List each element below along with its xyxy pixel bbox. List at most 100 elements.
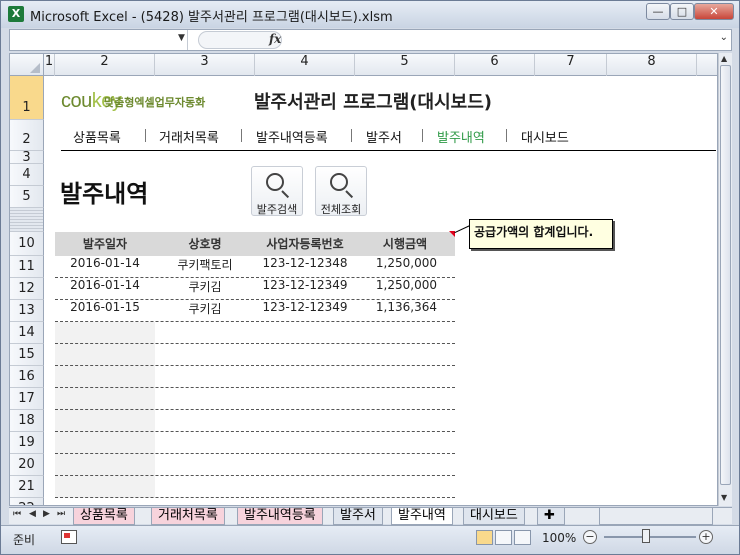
prev-sheet-icon[interactable]: ◀ [29, 509, 36, 519]
column-title-order-date[interactable]: 발주일자 [55, 232, 155, 256]
table-cell[interactable]: 쿠키김 [155, 278, 255, 300]
view-all-button[interactable]: 전체조회 [315, 166, 367, 216]
column-header[interactable]: 8 [607, 54, 697, 76]
row-header[interactable]: 15 [10, 344, 44, 366]
row-header[interactable]: 3 [10, 151, 44, 164]
table-cell[interactable]: 123-12-12348 [255, 256, 355, 278]
table-cell[interactable]: 2016-01-14 [55, 256, 155, 278]
nav-item-products[interactable]: 상품목록 [73, 127, 121, 146]
formula-input[interactable] [290, 32, 710, 48]
table-cell[interactable]: 1,250,000 [355, 256, 437, 278]
row-header[interactable]: 4 [10, 164, 44, 186]
nav-item-dashboard[interactable]: 대시보드 [521, 127, 569, 146]
sheet-tab-vendors[interactable]: 거래처목록 [151, 508, 225, 525]
normal-view-button[interactable] [476, 530, 493, 545]
next-sheet-icon[interactable]: ▶ [43, 509, 50, 519]
zoom-in-button[interactable]: + [699, 530, 713, 544]
table-cell[interactable]: 1,136,364 [355, 300, 437, 322]
select-all-corner[interactable] [10, 54, 44, 76]
zoom-slider-thumb[interactable] [642, 529, 650, 543]
row-header[interactable]: 1 [10, 76, 44, 120]
page-title: 발주내역 [60, 180, 149, 208]
row-header[interactable]: 18 [10, 410, 44, 432]
row-header[interactable]: 10 [10, 232, 44, 256]
table-cell[interactable]: 1,250,000 [355, 278, 437, 300]
sheet-tab-order-history[interactable]: 발주내역 [391, 508, 453, 525]
insert-sheet-icon[interactable]: ✚ [537, 508, 565, 525]
sheet-tab-dashboard[interactable]: 대시보드 [463, 508, 525, 525]
table-cell[interactable]: 2016-01-14 [55, 278, 155, 300]
row-header[interactable]: 22 [10, 498, 44, 505]
column-title-amount[interactable]: 시행금액 [355, 232, 455, 256]
row-divider [55, 475, 455, 476]
column-header[interactable]: 3 [155, 54, 255, 76]
nav-item-order-history[interactable]: 발주내역 [437, 127, 485, 146]
table-cell[interactable]: 쿠키팩토리 [155, 256, 255, 278]
last-sheet-icon[interactable]: ⏭ [57, 509, 65, 519]
vertical-scroll-thumb[interactable] [720, 65, 731, 485]
table-cell[interactable]: 쿠키김 [155, 300, 255, 322]
row-header[interactable]: 20 [10, 454, 44, 476]
column-header[interactable]: 6 [455, 54, 535, 76]
minimize-button[interactable]: — [646, 3, 670, 20]
row-header[interactable]: 2 [10, 120, 44, 151]
insert-function-icon[interactable]: fx [269, 32, 281, 46]
worksheet-grid[interactable]: 1 2 3 4 5 6 7 8 1 2 3 4 5 10 11 12 13 14… [9, 53, 718, 506]
sheet-tab-bar: ⏮ ◀ ▶ ⏭ 상품목록 거래처목록 발주내역등록 발주서 발주내역 대시보드 … [9, 507, 732, 525]
zoom-level[interactable]: 100% [542, 531, 576, 545]
table-cell[interactable]: 2016-01-15 [55, 300, 155, 322]
row-header[interactable]: 19 [10, 432, 44, 454]
table-cell[interactable]: 123-12-12349 [255, 278, 355, 300]
column-header[interactable]: 5 [355, 54, 455, 76]
chevron-down-icon[interactable]: ▼ [178, 33, 185, 43]
nav-item-purchase-order[interactable]: 발주서 [366, 127, 402, 146]
row-header[interactable]: 17 [10, 388, 44, 410]
row-divider [55, 321, 455, 322]
zoom-slider[interactable] [604, 536, 696, 538]
table-cell[interactable]: 123-12-12349 [255, 300, 355, 322]
column-header[interactable]: 1 [44, 54, 55, 76]
row-header[interactable]: 5 [10, 186, 44, 208]
search-icon [266, 173, 284, 191]
scroll-down-icon[interactable]: ▼ [721, 493, 727, 502]
row-header[interactable]: 12 [10, 278, 44, 300]
row-header[interactable]: 21 [10, 476, 44, 498]
row-divider [55, 409, 455, 410]
search-icon [330, 173, 348, 191]
top-navigation: 상품목록 거래처목록 발주내역등록 발주서 발주내역 대시보드 [61, 125, 716, 151]
nav-item-order-entry[interactable]: 발주내역등록 [256, 127, 328, 146]
column-headers: 1 2 3 4 5 6 7 8 [10, 54, 717, 76]
column-header[interactable]: 7 [535, 54, 607, 76]
row-header[interactable]: 13 [10, 300, 44, 322]
row-divider [55, 497, 455, 498]
excel-app-icon[interactable]: X [8, 6, 24, 22]
sheet-tab-order-entry[interactable]: 발주내역등록 [237, 508, 323, 525]
horizontal-scrollbar[interactable] [599, 508, 713, 525]
order-search-button[interactable]: 발주검색 [251, 166, 303, 216]
vertical-scrollbar[interactable]: ▲ ▼ [718, 53, 732, 506]
program-title: 발주서관리 프로그램(대시보드) [254, 92, 492, 113]
row-header[interactable]: 14 [10, 322, 44, 344]
nav-item-vendors[interactable]: 거래처목록 [159, 127, 219, 146]
restore-button[interactable]: □ [670, 3, 694, 20]
row-header[interactable]: 16 [10, 366, 44, 388]
column-header[interactable]: 2 [55, 54, 155, 76]
name-box[interactable]: ▼ [10, 30, 188, 50]
zoom-out-button[interactable]: − [583, 530, 597, 544]
column-title-company[interactable]: 상호명 [155, 232, 255, 256]
page-break-view-button[interactable] [514, 530, 531, 545]
column-title-business-number[interactable]: 사업자등록번호 [255, 232, 355, 256]
page-layout-view-button[interactable] [495, 530, 512, 545]
status-bar: 준비 100% − + [1, 525, 739, 554]
first-sheet-icon[interactable]: ⏮ [13, 509, 21, 519]
sheet-tab-products[interactable]: 상품목록 [73, 508, 135, 525]
row-divider [55, 299, 455, 300]
column-header[interactable]: 4 [255, 54, 355, 76]
macro-record-icon[interactable] [61, 530, 77, 544]
expand-formula-bar-icon[interactable]: ⌄ [720, 32, 728, 43]
row-divider [55, 343, 455, 344]
sheet-tab-purchase-order[interactable]: 발주서 [333, 508, 383, 525]
row-header[interactable]: 11 [10, 256, 44, 278]
scroll-up-icon[interactable]: ▲ [721, 54, 727, 63]
close-button[interactable]: ✕ [694, 3, 734, 20]
